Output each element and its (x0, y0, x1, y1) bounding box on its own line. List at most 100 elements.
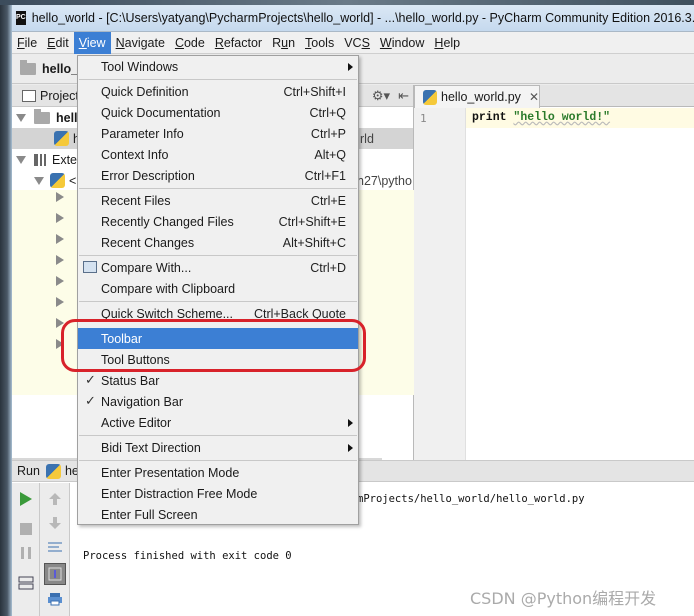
scroll-to-end-icon[interactable] (44, 563, 66, 585)
menu-edit-mnemonic: E (47, 35, 56, 50)
python-sdk-icon (50, 173, 65, 188)
collapsed-arrow-icon[interactable] (56, 234, 64, 244)
editor-tab-hello-world[interactable]: hello_world.py ✕ (414, 85, 540, 108)
project-view-icon (22, 89, 36, 102)
menu-item-label: Context Info (101, 147, 169, 162)
up-arrow-icon[interactable] (47, 491, 63, 507)
down-arrow-icon[interactable] (47, 515, 63, 531)
menu-item-label: Recent Changes (101, 235, 195, 250)
menu-separator (79, 435, 357, 436)
menu-code[interactable]: Code (170, 32, 210, 54)
menu-file-rest: ile (24, 35, 38, 50)
menu-item-quick-documentation[interactable]: Quick Documentation Ctrl+Q (78, 102, 358, 123)
menu-item-presentation-mode[interactable]: Enter Presentation Mode (78, 462, 358, 483)
menu-item-shortcut: Alt+Shift+C (282, 235, 346, 250)
editor-tab-label: hello_world.py (441, 90, 521, 104)
submenu-arrow-icon (348, 418, 353, 427)
run-panel-title: Run (17, 464, 40, 478)
menu-item-label: Enter Full Screen (101, 507, 198, 522)
collapsed-arrow-icon[interactable] (56, 192, 64, 202)
menu-vcs[interactable]: VCS (339, 32, 375, 54)
menu-item-context-info[interactable]: Context Info Alt+Q (78, 144, 358, 165)
menu-refactor[interactable]: Refactor (210, 32, 267, 54)
menu-bar: File Edit View Navigate Code Refactor Ru… (12, 31, 694, 54)
pause-icon[interactable] (18, 545, 34, 561)
menu-item-label: Active Editor (101, 415, 172, 430)
close-tab-icon[interactable]: ✕ (529, 90, 539, 104)
menu-item-label: Quick Documentation (101, 105, 221, 120)
menu-item-recent-changes[interactable]: Recent Changes Alt+Shift+C (78, 232, 358, 253)
menu-item-parameter-info[interactable]: Parameter Info Ctrl+P (78, 123, 358, 144)
expand-arrow-icon[interactable] (16, 155, 26, 164)
menu-item-full-screen[interactable]: Enter Full Screen (78, 504, 358, 525)
menu-edit[interactable]: Edit (42, 32, 74, 54)
menu-view-mnemonic: V (78, 35, 87, 50)
menu-tools-rest: ools (311, 35, 335, 50)
console-command: mProjects/hello_world/hello_world.py (357, 493, 585, 505)
menu-item-error-description[interactable]: Error Description Ctrl+F1 (78, 165, 358, 186)
menu-navigate-mnemonic: N (115, 35, 125, 50)
menu-item-shortcut: Alt+Q (314, 147, 346, 162)
menu-view-rest: iew (86, 35, 106, 50)
stop-icon[interactable] (18, 521, 34, 537)
menu-help[interactable]: Help (429, 32, 465, 54)
collapsed-arrow-icon[interactable] (56, 276, 64, 286)
menu-item-navigation-bar[interactable]: ✓ Navigation Bar (78, 391, 358, 412)
menu-item-label: Parameter Info (101, 126, 184, 141)
hide-panel-icon[interactable]: ⇤ (398, 88, 409, 104)
collapsed-arrow-icon[interactable] (56, 297, 64, 307)
menu-item-recently-changed-files[interactable]: Recently Changed Files Ctrl+Shift+E (78, 211, 358, 232)
folder-icon (20, 60, 36, 75)
gear-icon[interactable]: ⚙▾ (372, 88, 390, 104)
rerun-icon[interactable] (18, 491, 34, 507)
expand-arrow-icon[interactable] (34, 176, 44, 185)
menu-item-recent-files[interactable]: Recent Files Ctrl+E (78, 190, 358, 211)
checkmark-icon: ✓ (85, 372, 96, 387)
menu-item-label: Bidi Text Direction (101, 440, 201, 455)
console-exit-message: Process finished with exit code 0 (83, 550, 292, 562)
menu-item-shortcut: Ctrl+Shift+I (283, 84, 346, 99)
menu-item-label: Compare with Clipboard (101, 281, 236, 296)
menu-item-tool-windows[interactable]: Tool Windows (78, 56, 358, 77)
menu-item-shortcut: Ctrl+D (310, 260, 346, 275)
python-file-icon (54, 131, 69, 146)
menu-item-distraction-free-mode[interactable]: Enter Distraction Free Mode (78, 483, 358, 504)
menu-item-compare-with[interactable]: Compare With... Ctrl+D (78, 257, 358, 278)
menu-item-status-bar[interactable]: ✓ Status Bar (78, 370, 358, 391)
menu-file[interactable]: File (12, 32, 42, 54)
expand-arrow-icon[interactable] (16, 113, 26, 122)
print-icon[interactable] (47, 591, 63, 607)
menu-navigate[interactable]: Navigate (111, 32, 170, 54)
menu-navigate-rest: avigate (124, 35, 165, 50)
tree-item-label: < (69, 173, 77, 188)
menu-item-active-editor[interactable]: Active Editor (78, 412, 358, 433)
project-panel-title[interactable]: Project (40, 89, 79, 103)
menu-file-mnemonic: F (17, 35, 25, 50)
menu-run[interactable]: Run (267, 32, 300, 54)
soft-wrap-icon[interactable] (47, 539, 63, 555)
menu-separator (79, 301, 357, 302)
line-number: 1 (420, 112, 427, 125)
menu-edit-rest: dit (55, 35, 69, 50)
menu-item-shortcut: Ctrl+F1 (304, 168, 346, 183)
menu-item-shortcut: Ctrl+E (310, 193, 346, 208)
collapsed-arrow-icon[interactable] (56, 213, 64, 223)
menu-item-quick-definition[interactable]: Quick Definition Ctrl+Shift+I (78, 81, 358, 102)
menu-item-compare-with-clipboard[interactable]: Compare with Clipboard (78, 278, 358, 299)
menu-item-bidi-text-direction[interactable]: Bidi Text Direction (78, 437, 358, 458)
code-line-1[interactable]: print "hello world!" (466, 108, 694, 128)
menu-item-label: Recent Files (101, 193, 171, 208)
submenu-arrow-icon (348, 443, 353, 452)
menu-vcs-vc: VC (344, 35, 362, 50)
submenu-arrow-icon (348, 62, 353, 71)
layout-icon[interactable] (18, 575, 34, 591)
library-icon (34, 153, 48, 166)
window-left-edge (0, 5, 12, 616)
collapsed-arrow-icon[interactable] (56, 255, 64, 265)
menu-item-label: Enter Presentation Mode (101, 465, 240, 480)
menu-window-mnemonic: W (379, 35, 392, 50)
menu-refactor-rest: efactor (223, 35, 263, 50)
menu-view[interactable]: View (73, 31, 111, 54)
menu-tools[interactable]: Tools (300, 32, 339, 54)
menu-window[interactable]: Window (375, 32, 429, 54)
